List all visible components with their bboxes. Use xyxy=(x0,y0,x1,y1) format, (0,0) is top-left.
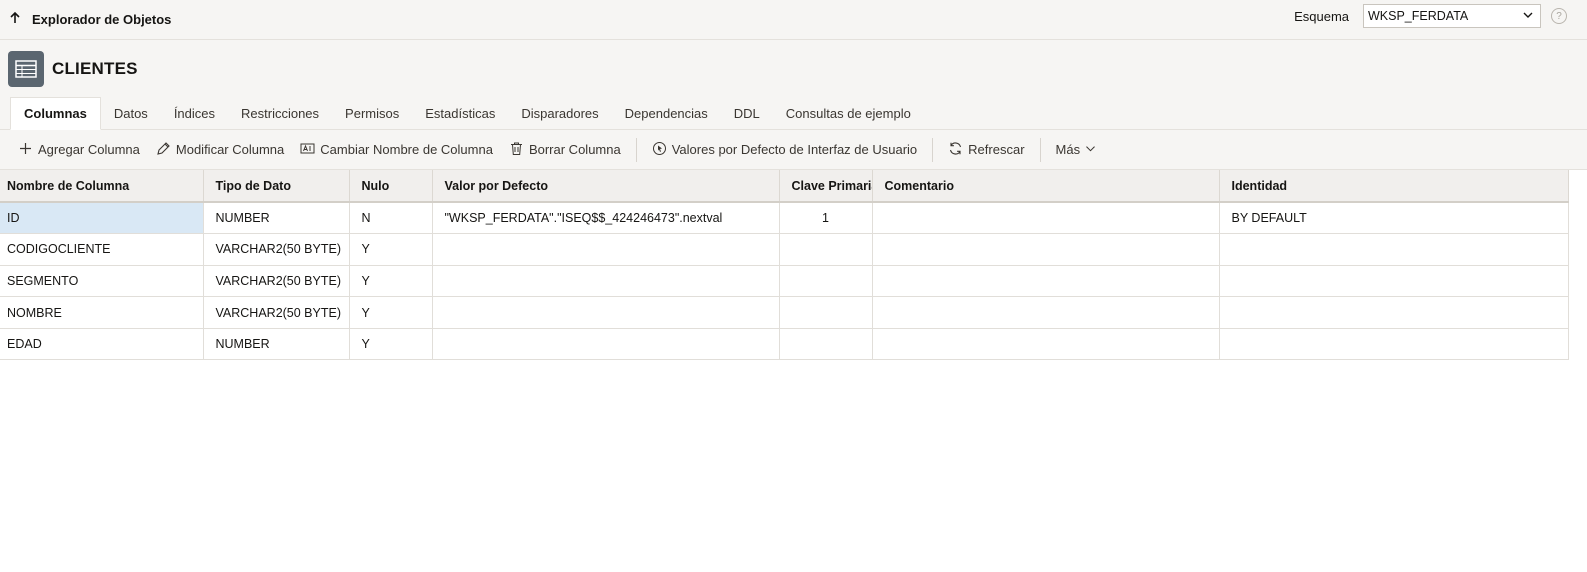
header-valor-por-defecto[interactable]: Valor por Defecto xyxy=(432,170,780,203)
toolbar: Agregar Columna Modificar Columna Cambia… xyxy=(0,130,1587,170)
cell-comment[interactable] xyxy=(872,328,1220,361)
cell-data-type[interactable]: NUMBER xyxy=(203,328,350,361)
header-identidad[interactable]: Identidad xyxy=(1219,170,1569,203)
cell-data-type[interactable]: VARCHAR2(50 BYTE) xyxy=(203,296,350,329)
toolbar-divider xyxy=(932,137,934,162)
top-bar: Explorador de Objetos Esquema WKSP_FERDA… xyxy=(0,0,1587,40)
cell-comment[interactable] xyxy=(872,296,1220,329)
object-header: CLIENTES xyxy=(0,40,1587,98)
cell-column-name[interactable]: SEGMENTO xyxy=(0,265,204,298)
grid-header-row: Nombre de Columna Tipo de Dato Nulo Valo… xyxy=(0,170,1569,203)
modify-column-button[interactable]: Modificar Columna xyxy=(148,136,292,164)
chevron-down-icon xyxy=(1085,142,1096,157)
refresh-button[interactable]: Refrescar xyxy=(940,136,1032,164)
cell-nullable[interactable]: Y xyxy=(349,265,433,298)
schema-value: WKSP_FERDATA xyxy=(1368,9,1469,23)
cell-column-name[interactable]: ID xyxy=(0,202,204,235)
columns-grid: Nombre de Columna Tipo de Dato Nulo Valo… xyxy=(0,170,1569,361)
toolbar-divider xyxy=(1039,137,1041,162)
tab-consultas-de-ejemplo[interactable]: Consultas de ejemplo xyxy=(773,97,924,129)
tab-columnas[interactable]: Columnas xyxy=(10,97,101,130)
schema-select[interactable]: WKSP_FERDATA xyxy=(1363,4,1541,28)
arrow-up-icon xyxy=(8,11,22,28)
tab-datos[interactable]: Datos xyxy=(101,97,161,129)
cell-identity[interactable]: BY DEFAULT xyxy=(1219,202,1569,235)
rename-column-button[interactable]: Cambiar Nombre de Columna xyxy=(292,136,501,164)
table-row[interactable]: SEGMENTO VARCHAR2(50 BYTE) Y xyxy=(0,265,1569,298)
cell-comment[interactable] xyxy=(872,265,1220,298)
ui-defaults-label: Valores por Defecto de Interfaz de Usuar… xyxy=(671,142,918,157)
table-row[interactable]: CODIGOCLIENTE VARCHAR2(50 BYTE) Y xyxy=(0,233,1569,266)
cell-primary-key[interactable] xyxy=(779,265,873,298)
cell-primary-key[interactable] xyxy=(779,296,873,329)
cell-primary-key[interactable] xyxy=(779,328,873,361)
refresh-label: Refrescar xyxy=(968,142,1025,157)
header-tipo-de-dato[interactable]: Tipo de Dato xyxy=(203,170,350,203)
table-row[interactable]: EDAD NUMBER Y xyxy=(0,328,1569,361)
cell-column-name[interactable]: CODIGOCLIENTE xyxy=(0,233,204,266)
header-clave-primaria[interactable]: Clave Primaria xyxy=(779,170,873,203)
cell-comment[interactable] xyxy=(872,202,1220,235)
add-column-button[interactable]: Agregar Columna xyxy=(10,136,148,164)
rename-icon xyxy=(300,141,315,159)
header-comentario[interactable]: Comentario xyxy=(872,170,1220,203)
cell-column-name[interactable]: NOMBRE xyxy=(0,296,204,329)
plus-icon xyxy=(18,141,33,159)
delete-column-label: Borrar Columna xyxy=(528,142,621,157)
tab-ddl[interactable]: DDL xyxy=(721,97,773,129)
table-row[interactable]: NOMBRE VARCHAR2(50 BYTE) Y xyxy=(0,296,1569,329)
table-row[interactable]: ID NUMBER N "WKSP_FERDATA"."ISEQ$$_42424… xyxy=(0,202,1569,235)
cell-default-value[interactable] xyxy=(432,328,780,361)
cell-identity[interactable] xyxy=(1219,233,1569,266)
toolbar-divider xyxy=(635,137,637,162)
cell-default-value[interactable] xyxy=(432,296,780,329)
table-icon xyxy=(8,51,44,87)
cell-default-value[interactable]: "WKSP_FERDATA"."ISEQ$$_424246473".nextva… xyxy=(432,202,780,235)
delete-column-button[interactable]: Borrar Columna xyxy=(501,136,629,164)
cell-data-type[interactable]: VARCHAR2(50 BYTE) xyxy=(203,233,350,266)
refresh-icon xyxy=(948,141,963,159)
cell-identity[interactable] xyxy=(1219,265,1569,298)
cell-default-value[interactable] xyxy=(432,233,780,266)
cell-data-type[interactable]: NUMBER xyxy=(203,202,350,235)
back-to-object-browser[interactable]: Explorador de Objetos xyxy=(8,11,171,28)
tab-disparadores[interactable]: Disparadores xyxy=(508,97,611,129)
pencil-icon xyxy=(156,141,171,159)
cell-nullable[interactable]: Y xyxy=(349,233,433,266)
cell-nullable[interactable]: Y xyxy=(349,296,433,329)
cursor-refresh-icon xyxy=(652,141,667,159)
cell-identity[interactable] xyxy=(1219,328,1569,361)
more-label: Más xyxy=(1055,142,1081,157)
cell-default-value[interactable] xyxy=(432,265,780,298)
cell-identity[interactable] xyxy=(1219,296,1569,329)
cell-nullable[interactable]: Y xyxy=(349,328,433,361)
schema-selector-group: Esquema WKSP_FERDATA ? xyxy=(1294,4,1567,28)
modify-column-label: Modificar Columna xyxy=(175,142,285,157)
tab-indices[interactable]: Índices xyxy=(161,97,228,129)
help-icon[interactable]: ? xyxy=(1551,8,1567,24)
rename-column-label: Cambiar Nombre de Columna xyxy=(320,142,493,157)
header-nombre-de-columna[interactable]: Nombre de Columna xyxy=(0,170,204,203)
cell-nullable[interactable]: N xyxy=(349,202,433,235)
tab-permisos[interactable]: Permisos xyxy=(332,97,412,129)
tab-dependencias[interactable]: Dependencias xyxy=(612,97,721,129)
schema-label: Esquema xyxy=(1294,8,1349,24)
chevron-down-icon xyxy=(1522,9,1534,24)
cell-primary-key[interactable]: 1 xyxy=(779,202,873,235)
tab-estadisticas[interactable]: Estadísticas xyxy=(412,97,508,129)
more-menu-button[interactable]: Más xyxy=(1048,136,1105,164)
add-column-label: Agregar Columna xyxy=(38,142,140,157)
cell-comment[interactable] xyxy=(872,233,1220,266)
cell-column-name[interactable]: EDAD xyxy=(0,328,204,361)
tab-restricciones[interactable]: Restricciones xyxy=(228,97,332,129)
back-label: Explorador de Objetos xyxy=(32,12,172,27)
cell-primary-key[interactable] xyxy=(779,233,873,266)
page-title: CLIENTES xyxy=(52,59,138,78)
trash-icon xyxy=(509,141,524,159)
cell-data-type[interactable]: VARCHAR2(50 BYTE) xyxy=(203,265,350,298)
header-nulo[interactable]: Nulo xyxy=(349,170,433,203)
ui-defaults-button[interactable]: Valores por Defecto de Interfaz de Usuar… xyxy=(644,136,925,164)
tab-bar: Columnas Datos Índices Restricciones Per… xyxy=(0,97,1587,130)
